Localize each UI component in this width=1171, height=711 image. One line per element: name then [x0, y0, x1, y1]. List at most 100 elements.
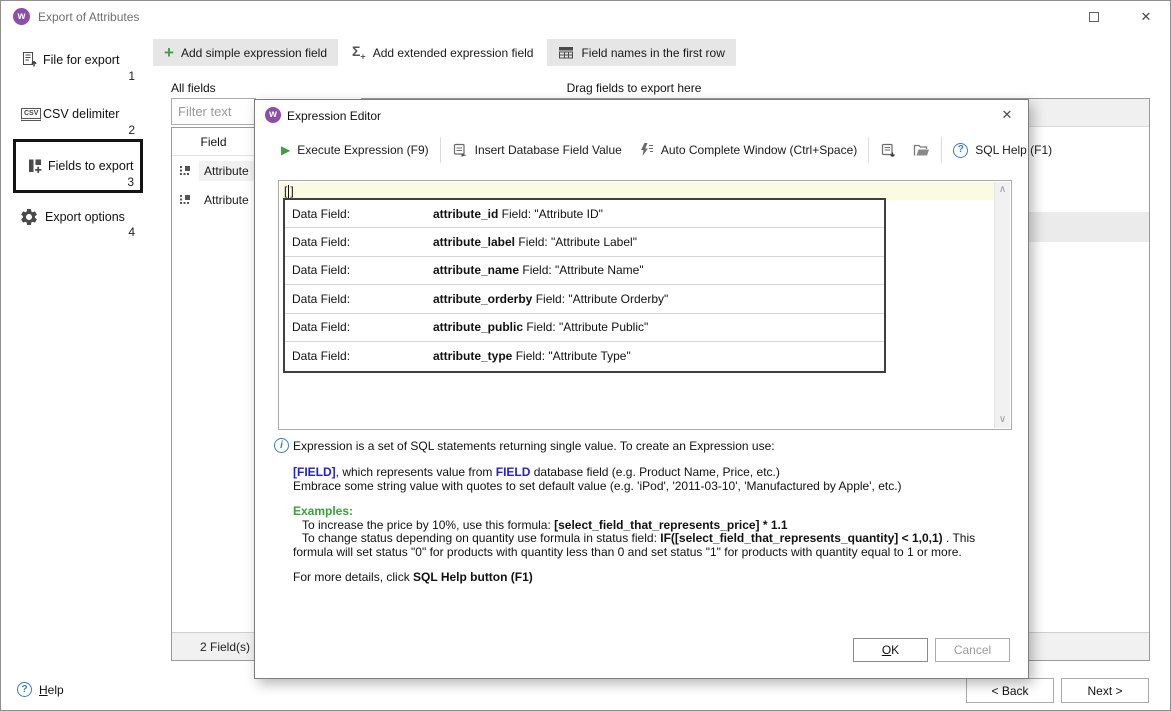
info-intro: Expression is a set of SQL statements re…	[293, 440, 1005, 454]
field-item-icon	[178, 164, 192, 178]
info-icon: i	[274, 438, 289, 453]
maximize-button[interactable]	[1079, 6, 1109, 28]
scroll-down-icon[interactable]: ∨	[995, 413, 1010, 427]
add-simple-expression-button[interactable]: + Add simple expression field	[153, 39, 338, 66]
autocomplete-item-attribute-name[interactable]: Data Field: attribute_name Field: "Attri…	[285, 257, 884, 285]
insert-field-icon	[452, 142, 468, 158]
dialog-close-icon: ✕	[1002, 107, 1013, 123]
open-folder-icon	[913, 143, 930, 157]
play-icon: ▶	[281, 144, 290, 156]
execute-expression-button[interactable]: ▶ Execute Expression (F9)	[273, 136, 437, 164]
field-row-attribute-1[interactable]: Attribute	[172, 156, 255, 185]
auto-complete-label: Auto Complete Window (Ctrl+Space)	[661, 143, 857, 157]
scroll-up-icon[interactable]: ∧	[995, 183, 1010, 197]
ok-label: OK	[882, 643, 899, 657]
sidebar-item-export-options[interactable]: Export options 4	[13, 201, 143, 241]
info-field-usage: [FIELD], which represents value from FIE…	[293, 466, 1005, 493]
file-export-icon	[21, 51, 38, 68]
examples-title: Examples:	[293, 505, 1005, 519]
add-extended-expression-label: Add extended expression field	[373, 46, 534, 60]
field-row-label: Attribute	[199, 190, 254, 210]
info-field-line: [FIELD], which represents value from FIE…	[293, 466, 1005, 480]
step-number: 4	[128, 225, 135, 239]
sidebar-item-label: Export options	[45, 210, 125, 224]
help-link[interactable]: ? Help	[17, 682, 64, 697]
next-button[interactable]: Next >	[1061, 678, 1149, 703]
all-fields-grid: Field Attribute Attr	[171, 127, 256, 661]
dialog-title: Expression Editor	[287, 109, 381, 123]
toolbar-separator	[440, 137, 441, 163]
info-more-details: For more details, click SQL Help button …	[293, 571, 1005, 585]
step-number: 3	[127, 175, 134, 189]
export-attributes-window: w Export of Attributes ✕ + Add simple ex…	[0, 0, 1171, 711]
add-extended-expression-button[interactable]: Σ+ Add extended expression field	[341, 39, 544, 66]
expression-text-open: [	[284, 184, 287, 198]
insert-database-field-button[interactable]: Insert Database Field Value	[444, 136, 630, 164]
toolbar-separator	[941, 137, 942, 163]
save-expression-button[interactable]	[872, 136, 905, 164]
back-button[interactable]: < Back	[966, 678, 1054, 703]
field-item-icon	[178, 193, 192, 207]
app-logo-icon: w	[13, 8, 30, 25]
dialog-close-button[interactable]: ✕	[992, 104, 1022, 126]
text-caret	[288, 185, 289, 198]
field-names-first-row-label: Field names in the first row	[581, 46, 724, 60]
insert-database-field-label: Insert Database Field Value	[475, 143, 622, 157]
expression-toolbar: ▶ Execute Expression (F9) Insert Databas…	[273, 134, 1060, 166]
sidebar-item-label: CSV delimiter	[43, 107, 119, 121]
fields-toolbar: + Add simple expression field Σ+ Add ext…	[153, 39, 736, 66]
sidebar-item-csv-delimiter[interactable]: CSV CSV delimiter 2	[13, 99, 143, 137]
info-embrace-line: Embrace some string value with quotes to…	[293, 480, 1005, 494]
table-header-icon	[558, 46, 574, 59]
sidebar-item-label: Fields to export	[48, 159, 133, 173]
example-2: To change status depending on quantity u…	[293, 532, 1005, 559]
autocomplete-item-attribute-orderby[interactable]: Data Field: attribute_orderby Field: "At…	[285, 285, 884, 313]
expression-text-close: ]	[290, 184, 293, 198]
dialog-logo-icon: w	[265, 107, 281, 123]
close-button[interactable]: ✕	[1131, 6, 1161, 28]
execute-expression-label: Execute Expression (F9)	[297, 143, 428, 157]
load-expression-button[interactable]	[905, 136, 938, 164]
sql-help-label: SQL Help (F1)	[975, 143, 1052, 157]
csv-icon: CSV	[21, 108, 41, 121]
field-names-first-row-toggle[interactable]: Field names in the first row	[547, 39, 735, 66]
add-simple-expression-label: Add simple expression field	[181, 46, 327, 60]
save-expression-icon	[880, 142, 897, 159]
autocomplete-item-attribute-id[interactable]: Data Field: attribute_id Field: "Attribu…	[285, 200, 884, 228]
all-fields-label: All fields	[171, 81, 216, 95]
drag-fields-label: Drag fields to export here	[369, 81, 899, 95]
editor-scrollbar[interactable]: ∧ ∨	[994, 182, 1010, 428]
plus-icon: +	[164, 44, 174, 61]
info-examples: Examples: To increase the price by 10%, …	[293, 505, 1005, 559]
fields-count-footer: 2 Field(s)	[172, 632, 255, 660]
maximize-icon	[1089, 12, 1099, 22]
auto-complete-icon	[638, 142, 654, 158]
sql-help-button[interactable]: ? SQL Help (F1)	[945, 136, 1060, 164]
help-icon: ?	[17, 682, 32, 697]
auto-complete-button[interactable]: Auto Complete Window (Ctrl+Space)	[630, 136, 865, 164]
gear-icon	[19, 207, 39, 227]
dialog-logo-glyph: w	[269, 110, 277, 120]
toolbar-separator	[868, 137, 869, 163]
help-label: Help	[39, 683, 64, 697]
sigma-plus-icon: Σ+	[352, 44, 366, 61]
sidebar-item-file-for-export[interactable]: File for export 1	[13, 45, 143, 83]
window-title: Export of Attributes	[38, 10, 139, 24]
field-column-header[interactable]: Field	[172, 128, 255, 156]
close-icon: ✕	[1141, 9, 1152, 25]
autocomplete-item-attribute-label[interactable]: Data Field: attribute_label Field: "Attr…	[285, 228, 884, 256]
filter-input[interactable]	[171, 98, 256, 125]
ok-button[interactable]: OK	[853, 638, 928, 662]
field-row-attribute-2[interactable]: Attribute	[172, 185, 255, 214]
sidebar-item-fields-to-export[interactable]: Fields to export 3	[13, 139, 143, 193]
autocomplete-popup: Data Field: attribute_id Field: "Attribu…	[283, 198, 886, 373]
step-number: 1	[128, 69, 135, 83]
expression-editor-dialog: w Expression Editor ✕ ▶ Execute Expressi…	[254, 99, 1029, 679]
field-row-label: Attribute	[199, 161, 254, 181]
sql-help-icon: ?	[953, 143, 968, 158]
sidebar-item-label: File for export	[43, 53, 119, 67]
autocomplete-item-attribute-public[interactable]: Data Field: attribute_public Field: "Att…	[285, 314, 884, 342]
cancel-label: Cancel	[954, 643, 991, 657]
cancel-button[interactable]: Cancel	[935, 638, 1010, 662]
autocomplete-item-attribute-type[interactable]: Data Field: attribute_type Field: "Attri…	[285, 342, 884, 370]
